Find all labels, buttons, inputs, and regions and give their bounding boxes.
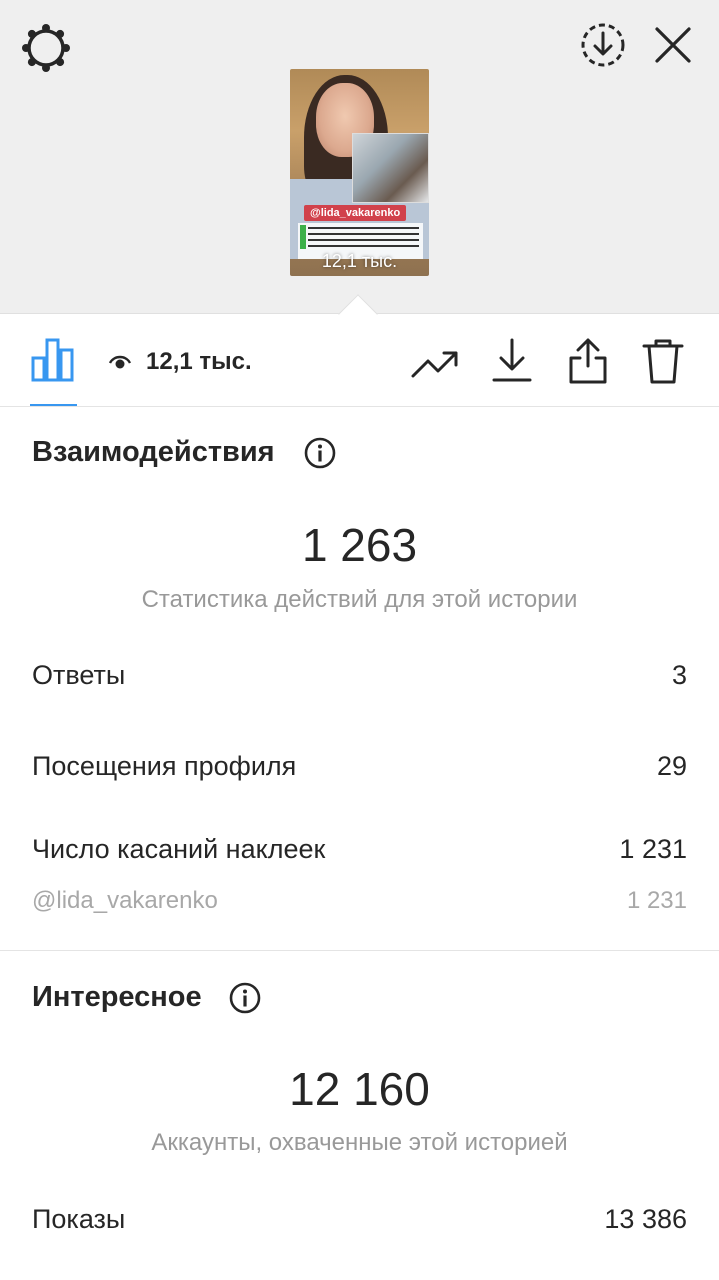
eye-icon xyxy=(108,350,132,374)
download-circle-icon[interactable] xyxy=(578,20,628,70)
close-icon[interactable] xyxy=(650,22,696,68)
story-thumbnail[interactable]: @lida_vakarenko 12,1 тыс. xyxy=(290,69,429,276)
impressions-value: 13 386 xyxy=(604,1204,687,1234)
story-preview-area: @lida_vakarenko 12,1 тыс. xyxy=(0,0,719,313)
sticker-mention-label: @lida_vakarenko xyxy=(32,887,218,914)
download-icon[interactable] xyxy=(490,336,534,386)
interactions-caption: Статистика действий для этой истории xyxy=(141,586,578,613)
mention-sticker: @lida_vakarenko xyxy=(304,205,407,221)
profile-visits-value: 29 xyxy=(656,751,687,781)
discovery-title: Интересное xyxy=(32,981,202,1013)
discovery-caption: Аккаунты, охваченные этой историей xyxy=(151,1129,568,1156)
share-icon[interactable] xyxy=(566,336,610,386)
section-divider xyxy=(0,950,719,951)
info-icon[interactable] xyxy=(229,982,261,1014)
bar-chart-icon[interactable] xyxy=(30,336,76,382)
stats-toolbar: 12,1 тыс. xyxy=(0,314,719,406)
interactions-total: 1 263 xyxy=(301,519,418,571)
info-icon[interactable] xyxy=(304,437,336,469)
replies-label: Ответы xyxy=(32,660,126,690)
trend-icon[interactable] xyxy=(410,344,460,384)
sticker-mention-value: 1 231 xyxy=(626,887,687,914)
thumbnail-views-overlay: 12,1 тыс. xyxy=(321,251,398,271)
interactions-title: Взаимодействия xyxy=(32,436,275,468)
sticker-taps-value: 1 231 xyxy=(619,834,687,864)
discovery-total: 12 160 xyxy=(289,1063,430,1115)
gear-icon[interactable] xyxy=(20,22,72,74)
replies-value: 3 xyxy=(671,660,687,690)
trash-icon[interactable] xyxy=(640,336,686,386)
views-count: 12,1 тыс. xyxy=(146,348,252,375)
impressions-label: Показы xyxy=(32,1204,126,1234)
profile-visits-label: Посещения профиля xyxy=(32,751,297,781)
toolbar-divider xyxy=(0,406,719,407)
sticker-taps-label: Число касаний наклеек xyxy=(32,834,326,864)
thumbnail-inset-photo xyxy=(352,133,429,203)
